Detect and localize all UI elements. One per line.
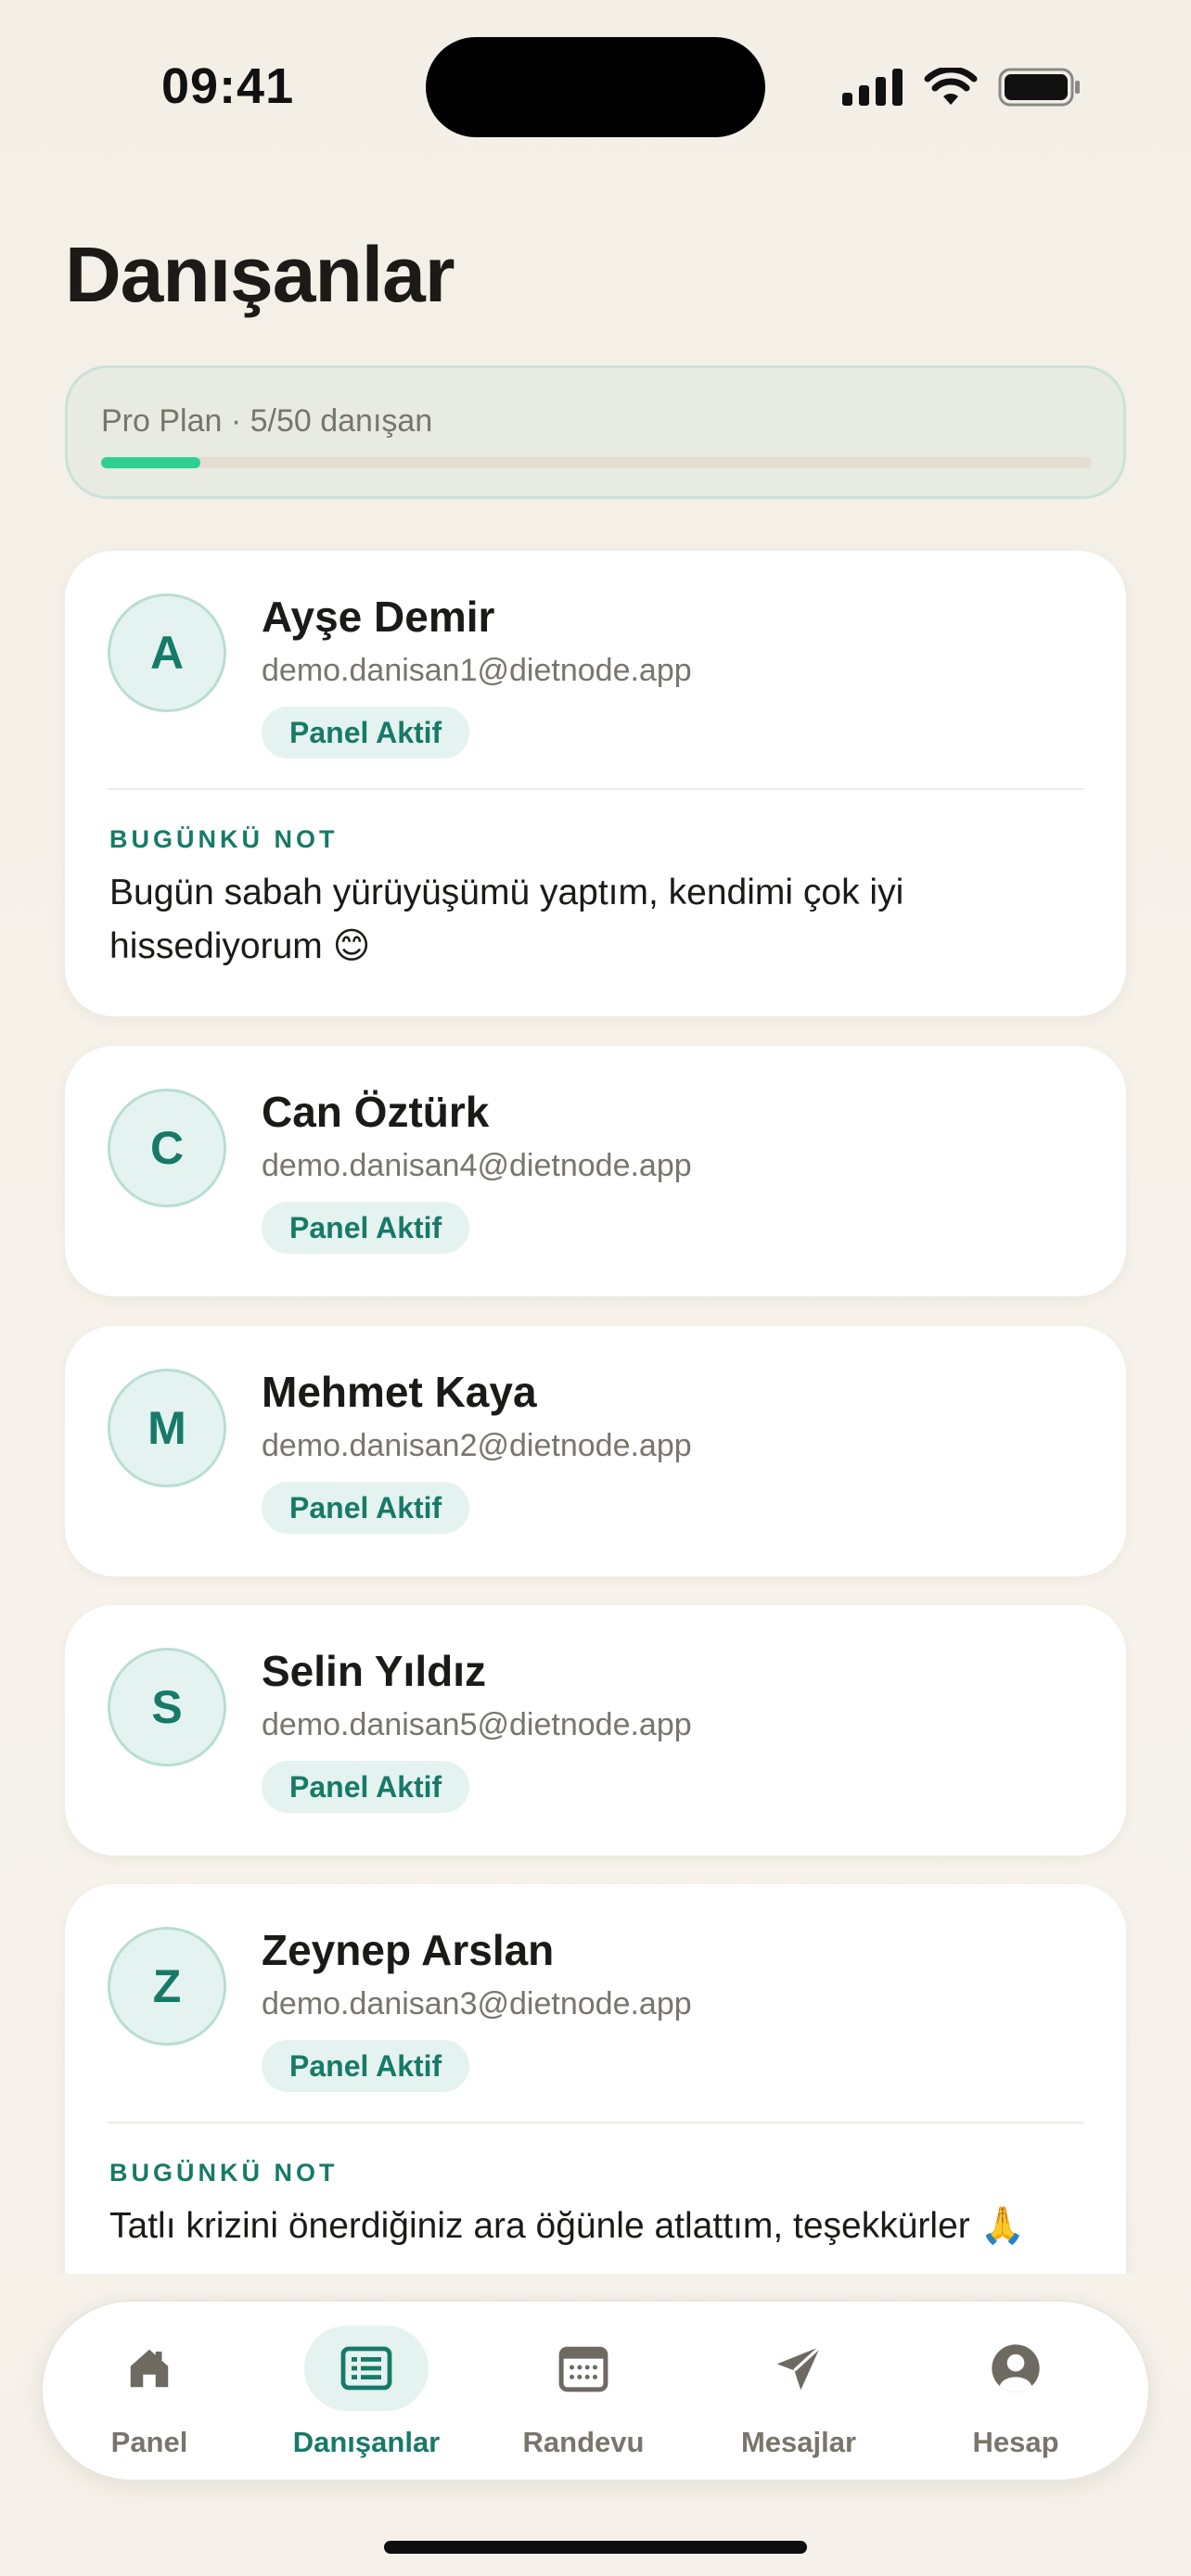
tab-randevu[interactable]: Randevu [477,2302,690,2483]
tab-panel[interactable]: Panel [43,2302,256,2483]
client-name: Zeynep Arslan [262,1926,555,1974]
tab-icon-container [521,2326,646,2411]
client-name: Ayşe Demir [262,593,495,641]
tab-icon-container [954,2326,1078,2411]
note-text: Bugün sabah yürüyüşümü yaptım, kendimi ç… [109,873,904,966]
status-badge: Panel Aktif [262,2040,470,2092]
avatar: A [108,593,226,712]
status-badge: Panel Aktif [262,1202,470,1254]
home-indicator [384,2541,807,2554]
client-card[interactable]: Z Zeynep Arslan demo.danisan3@dietnode.a… [65,1884,1126,2274]
card-divider [108,788,1083,790]
status-badge: Panel Aktif [262,707,470,759]
client-list-icon [340,2346,392,2391]
client-email: demo.danisan4@dietnode.app [262,1148,692,1183]
client-card[interactable]: C Can Öztürk demo.danisan4@dietnode.app … [65,1046,1126,1296]
tab-label: Randevu [522,2426,645,2458]
client-card[interactable]: M Mehmet Kaya demo.danisan2@dietnode.app… [65,1326,1126,1576]
note-label: BUGÜNKÜ NOT [109,825,339,853]
client-email: demo.danisan5@dietnode.app [262,1707,692,1742]
tab-label: Panel [110,2426,188,2458]
avatar: M [108,1369,226,1487]
tab-icon-container [87,2326,211,2411]
avatar: C [108,1089,226,1207]
client-card[interactable]: A Ayşe Demir demo.danisan1@dietnode.app … [65,551,1126,1016]
client-email: demo.danisan3@dietnode.app [262,1986,692,2021]
client-list: A Ayşe Demir demo.danisan1@dietnode.app … [0,0,1191,2274]
account-icon [992,2344,1040,2392]
tab-mesajlar[interactable]: Mesajlar [692,2302,905,2483]
tab-label: Hesap [972,2426,1059,2458]
avatar: S [108,1648,226,1766]
tab-bar: Panel Danışanlar Randevu Mesajlar Hesap [41,2300,1150,2481]
home-icon [130,2349,169,2388]
tab-icon-container [304,2326,429,2411]
client-email: demo.danisan2@dietnode.app [262,1428,692,1463]
status-badge: Panel Aktif [262,1482,470,1534]
tab-label: Mesajlar [740,2426,857,2458]
client-email: demo.danisan1@dietnode.app [262,653,692,688]
status-badge: Panel Aktif [262,1761,470,1813]
client-card[interactable]: S Selin Yıldız demo.danisan5@dietnode.ap… [65,1605,1126,1855]
avatar: Z [108,1927,226,2046]
card-divider [108,2122,1083,2123]
client-name: Mehmet Kaya [262,1368,537,1416]
client-name: Selin Yıldız [262,1647,486,1695]
client-name: Can Öztürk [262,1088,490,1136]
send-icon [776,2345,822,2391]
tab-danisanlar[interactable]: Danışanlar [260,2302,473,2483]
note-text: Tatlı krizini önerdiğiniz ara öğünle atl… [109,2206,1026,2246]
tab-hesap[interactable]: Hesap [909,2302,1122,2483]
tab-label: Danışanlar [292,2426,441,2458]
note-label: BUGÜNKÜ NOT [109,2159,339,2187]
tab-icon-container [736,2326,861,2411]
calendar-icon [558,2346,608,2392]
